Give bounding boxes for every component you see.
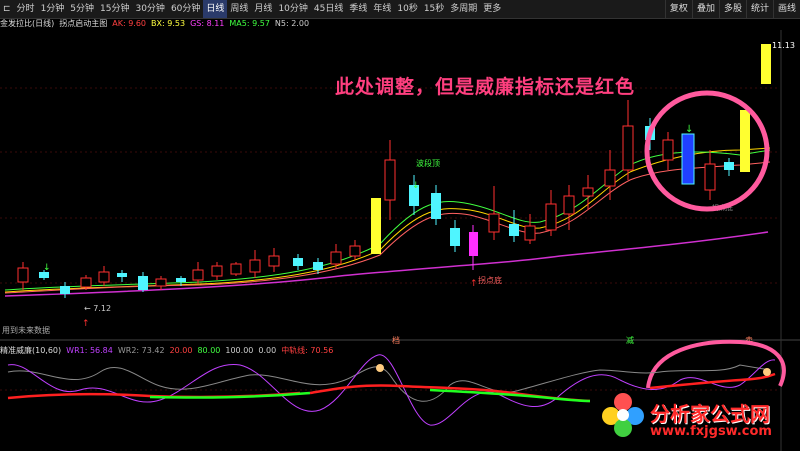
wr-mid-red bbox=[649, 372, 776, 390]
flower-icon bbox=[602, 393, 644, 437]
signal-blue-bar bbox=[681, 133, 695, 185]
candle-body bbox=[60, 286, 70, 294]
candle-body bbox=[230, 263, 242, 275]
price-top-label: 11.13 bbox=[772, 41, 795, 50]
logo-url[interactable]: www.fxjgsw.com bbox=[650, 424, 772, 439]
candle-body bbox=[431, 193, 441, 219]
future-data-label: 用到未来数据 bbox=[2, 325, 50, 335]
candle-body bbox=[138, 276, 148, 290]
chart-canvas[interactable]: ↓ ↓ ↓ ↑ ↑ ← 7.12 波段顶 拐点底 用到未来数据 11.13 拐点… bbox=[0, 0, 800, 451]
level-80: 80.00 bbox=[197, 346, 221, 355]
down-arrow-icon: ↓ bbox=[412, 181, 420, 191]
candle-body bbox=[211, 265, 223, 277]
candle-body bbox=[80, 277, 92, 288]
candle-body bbox=[524, 225, 536, 241]
signal-label-mid: 减 bbox=[626, 335, 634, 345]
signal-dot bbox=[763, 368, 771, 376]
candle-body bbox=[98, 271, 110, 283]
down-arrow-icon: ↓ bbox=[43, 263, 51, 273]
candle-body bbox=[293, 258, 303, 266]
candle-body bbox=[662, 139, 674, 161]
candle-body bbox=[509, 224, 519, 236]
candle-body bbox=[545, 203, 557, 231]
signal-yellow-bar bbox=[740, 110, 750, 172]
signal-label-left: 档 bbox=[392, 335, 400, 345]
candle-body bbox=[117, 273, 127, 277]
candle-body bbox=[384, 159, 396, 201]
candle-body bbox=[313, 262, 323, 270]
candle-body bbox=[176, 278, 186, 282]
indicator-name[interactable]: 精准威廉(10,60) bbox=[0, 345, 61, 356]
down-arrow-icon: ↓ bbox=[685, 124, 693, 135]
wr2-value: WR2: 73.42 bbox=[117, 346, 165, 355]
level-100: 100.00 bbox=[225, 346, 254, 355]
candle-body bbox=[704, 163, 716, 191]
candle-body bbox=[488, 213, 500, 233]
low-price-label: ← 7.12 bbox=[84, 304, 111, 313]
candle-body bbox=[155, 278, 167, 287]
annotation-text: 此处调整，但是威廉指标还是红色 bbox=[335, 76, 636, 98]
signal-yellow-bar bbox=[371, 198, 381, 254]
wr1-value: WR1: 56.84 bbox=[66, 346, 113, 355]
signal-yellow-bar bbox=[761, 44, 771, 84]
up-arrow-icon: ↑ bbox=[82, 319, 90, 329]
candle-body bbox=[604, 169, 616, 187]
level-0: 0.00 bbox=[258, 346, 277, 355]
level-20: 20.00 bbox=[169, 346, 193, 355]
indicator-info-line: 精准威廉(10,60) WR1: 56.84 WR2: 73.42 20.00 … bbox=[0, 345, 338, 356]
candle-body bbox=[249, 259, 261, 273]
candle-body bbox=[349, 245, 361, 257]
candle-body bbox=[582, 187, 594, 197]
candle-body bbox=[330, 251, 342, 265]
candle-body bbox=[563, 195, 575, 215]
up-arrow-icon: ↑ bbox=[470, 279, 478, 289]
candle-body bbox=[17, 267, 29, 283]
signal-dot bbox=[376, 364, 384, 372]
candle-body bbox=[724, 162, 734, 170]
candle-body bbox=[450, 228, 460, 246]
logo-title: 分析家公式网 bbox=[650, 402, 770, 426]
mid-line-value: 中轨线: 70.56 bbox=[281, 346, 334, 355]
guaidian-di-label: 拐点底 bbox=[478, 275, 502, 285]
candle-body bbox=[192, 269, 204, 281]
candle-body bbox=[622, 125, 634, 171]
boduan-top-label: 波段顶 bbox=[416, 158, 440, 168]
candle-body bbox=[268, 255, 280, 267]
site-logo: 分析家公式网 www.fxjgsw.com bbox=[598, 388, 798, 448]
